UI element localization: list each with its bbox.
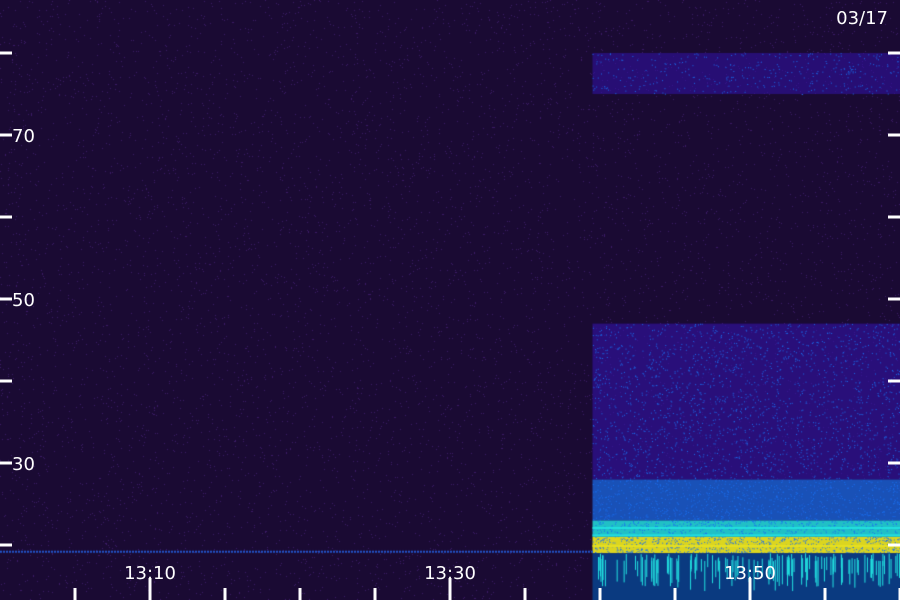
x-tick-label: 13:30 xyxy=(424,563,476,584)
y-axis-right xyxy=(888,51,900,547)
axes-overlay: 70 50 30 13:10 13:30 13:50 03/17 xyxy=(0,8,900,600)
date-label: 03/17 xyxy=(836,8,888,29)
y-axis-left: 70 50 30 xyxy=(0,51,35,547)
x-tick-label: 13:50 xyxy=(724,563,776,584)
x-tick-label: 13:10 xyxy=(124,563,176,584)
x-axis: 13:10 13:30 13:50 xyxy=(73,563,900,600)
y-tick-label: 70 xyxy=(12,126,35,147)
y-tick-label: 30 xyxy=(12,454,35,475)
spectrogram: 70 50 30 13:10 13:30 13:50 03/17 xyxy=(0,0,900,600)
y-tick-label: 50 xyxy=(12,290,35,311)
